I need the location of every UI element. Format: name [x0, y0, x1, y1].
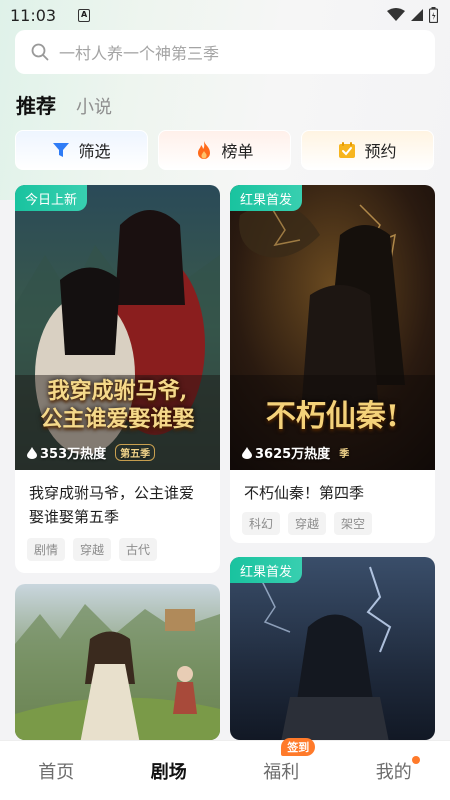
- filter-label: 筛选: [78, 142, 111, 161]
- nav-profile-label: 我的: [375, 761, 412, 783]
- tag: 架空: [334, 512, 373, 535]
- calendar-check-icon: [339, 142, 356, 158]
- drama-card[interactable]: 红果首发: [230, 557, 435, 740]
- content-tabs: 推荐 小说: [16, 90, 112, 119]
- status-bar: 11:03 A: [0, 0, 450, 30]
- drama-card[interactable]: 今日上新 我穿成驸马爷, 公主谁爱娶谁娶 353万热度 第五季 我穿成驸马爷，公…: [15, 185, 220, 573]
- drama-card[interactable]: [15, 584, 220, 740]
- accessibility-a-icon: A: [78, 8, 91, 22]
- droplet-icon: [242, 446, 252, 459]
- tab-recommend[interactable]: 推荐: [16, 90, 56, 119]
- season-mark: 第五季: [115, 444, 156, 461]
- heat-indicator: 3625万热度 季: [242, 443, 349, 462]
- new-today-badge: 今日上新: [15, 185, 88, 211]
- heat-indicator: 353万热度 第五季: [27, 443, 156, 462]
- reserve-button[interactable]: 预约: [301, 130, 434, 170]
- tag-list: 剧情 穿越 古代: [27, 538, 158, 561]
- status-time: 11:03: [10, 5, 57, 25]
- nav-profile[interactable]: 我的: [354, 755, 434, 784]
- drama-title: 不朽仙秦！第四季: [244, 484, 365, 502]
- battery-icon: [429, 7, 438, 23]
- cover-title: 不朽仙秦!: [265, 399, 400, 434]
- droplet-icon: [27, 446, 37, 459]
- tag-list: 科幻 穿越 架空: [242, 512, 373, 535]
- notification-dot: [411, 755, 420, 764]
- signal-icon: [411, 9, 423, 21]
- season-mark: 季: [339, 449, 350, 460]
- tab-novel[interactable]: 小说: [76, 93, 112, 119]
- tag: 科幻: [242, 512, 281, 535]
- drama-card[interactable]: 红果首发 不朽仙秦! 3625万热度 季 不朽仙秦！第四季 科幻 穿越 架空: [230, 185, 435, 543]
- wifi-icon: [387, 8, 405, 21]
- heat-value: 353万热度: [40, 447, 107, 462]
- tag: 穿越: [73, 538, 112, 561]
- exclusive-premiere-badge: 红果首发: [230, 185, 303, 211]
- nav-home-label: 首页: [38, 761, 75, 783]
- search-placeholder: 一村人养一个神第三季: [59, 44, 220, 63]
- tag: 古代: [119, 538, 158, 561]
- nav-welfare[interactable]: 福利 签到: [241, 737, 321, 784]
- cover-title-line2: 公主谁爱娶谁娶: [40, 406, 195, 432]
- bottom-navigation: 首页 剧场 福利 签到 我的: [0, 737, 450, 800]
- nav-theater-label: 剧场: [150, 761, 187, 783]
- drama-title: 我穿成驸马爷，公主谁爱娶谁娶第五季: [29, 484, 195, 526]
- nav-theater[interactable]: 剧场: [129, 758, 209, 784]
- exclusive-premiere-badge: 红果首发: [230, 557, 303, 583]
- filter-row: 筛选 榜单 预约: [15, 130, 434, 170]
- reserve-label: 预约: [364, 142, 397, 161]
- filter-button[interactable]: 筛选: [15, 130, 148, 170]
- flame-icon: [198, 141, 211, 159]
- nav-welfare-label: 福利: [263, 761, 300, 783]
- status-icons: [387, 7, 438, 23]
- drama-cover-image: [15, 584, 220, 740]
- search-bar[interactable]: 一村人养一个神第三季: [15, 30, 435, 74]
- search-icon: [31, 43, 49, 61]
- checkin-badge: 签到: [281, 737, 316, 756]
- heat-value: 3625万热度: [255, 447, 331, 462]
- ranking-label: 榜单: [221, 142, 254, 161]
- tag: 剧情: [27, 538, 66, 561]
- tag: 穿越: [288, 512, 327, 535]
- nav-home[interactable]: 首页: [16, 758, 96, 784]
- filter-icon: [53, 143, 70, 157]
- ranking-button[interactable]: 榜单: [158, 130, 291, 170]
- drama-cover-image: [230, 557, 435, 740]
